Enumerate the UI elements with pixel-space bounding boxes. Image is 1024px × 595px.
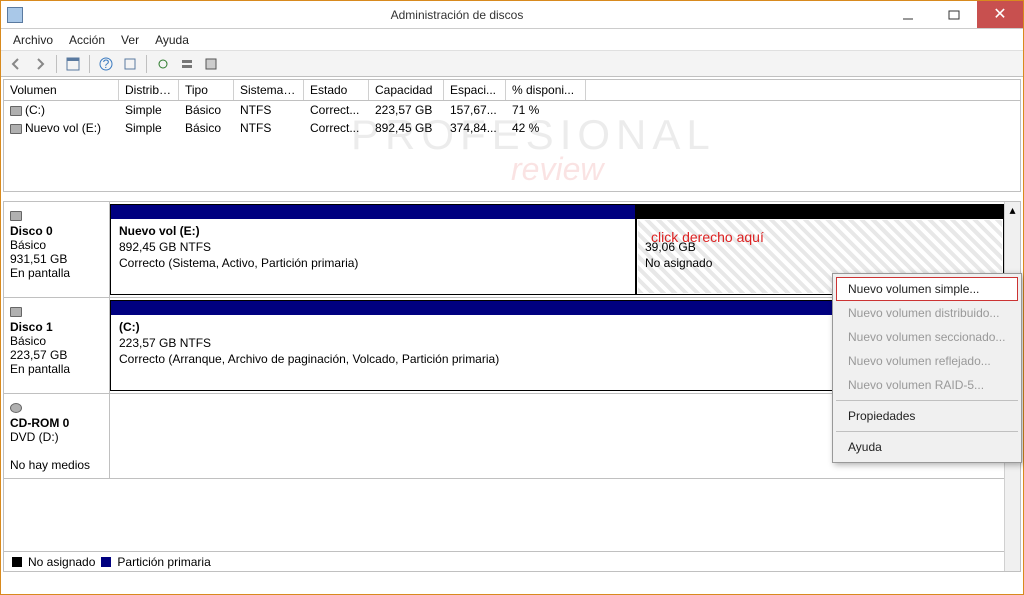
forward-button[interactable] <box>29 53 51 75</box>
menu-new-mirrored-volume: Nuevo volumen reflejado... <box>836 349 1018 373</box>
minimize-button[interactable] <box>885 1 931 28</box>
legend-swatch-primary <box>101 557 111 567</box>
col-distribucion[interactable]: Distribu... <box>119 80 179 100</box>
settings-button[interactable] <box>119 53 141 75</box>
disk-side-info[interactable]: CD-ROM 0 DVD (D:) No hay medios <box>4 394 110 478</box>
disk-icon <box>10 307 22 317</box>
annotation-text: click derecho aquí <box>651 229 764 245</box>
disk-label: Disco 1 <box>10 320 103 334</box>
menu-accion[interactable]: Acción <box>63 31 111 49</box>
table-row[interactable]: (C:) Simple Básico NTFS Correct... 223,5… <box>4 101 1020 119</box>
menu-new-striped-volume: Nuevo volumen seccionado... <box>836 325 1018 349</box>
legend-swatch-unalloc <box>12 557 22 567</box>
disk-label: Disco 0 <box>10 224 103 238</box>
col-volumen[interactable]: Volumen <box>4 80 119 100</box>
col-capacidad[interactable]: Capacidad <box>369 80 444 100</box>
toolbar: ? <box>1 51 1023 77</box>
maximize-button[interactable] <box>931 1 977 28</box>
col-sistema[interactable]: Sistema d... <box>234 80 304 100</box>
disk-icon <box>10 211 22 221</box>
menu-help[interactable]: Ayuda <box>836 435 1018 459</box>
window-title: Administración de discos <box>29 8 885 22</box>
context-menu: Nuevo volumen simple... Nuevo volumen di… <box>832 273 1022 463</box>
col-espacio[interactable]: Espaci... <box>444 80 506 100</box>
menu-new-raid5-volume: Nuevo volumen RAID-5... <box>836 373 1018 397</box>
legend: No asignado Partición primaria <box>4 551 1020 571</box>
menu-new-simple-volume[interactable]: Nuevo volumen simple... <box>836 277 1018 301</box>
menu-properties[interactable]: Propiedades <box>836 404 1018 428</box>
volume-icon <box>10 106 22 116</box>
back-button[interactable] <box>5 53 27 75</box>
menu-bar: Archivo Acción Ver Ayuda <box>1 29 1023 51</box>
menu-ayuda[interactable]: Ayuda <box>149 31 195 49</box>
col-estado[interactable]: Estado <box>304 80 369 100</box>
title-bar: Administración de discos ✕ <box>1 1 1023 29</box>
menu-ver[interactable]: Ver <box>115 31 145 49</box>
disk-list-button[interactable] <box>176 53 198 75</box>
scroll-up-icon[interactable]: ▴ <box>1005 202 1020 218</box>
svg-text:?: ? <box>103 57 110 71</box>
menu-new-spanned-volume: Nuevo volumen distribuido... <box>836 301 1018 325</box>
help-button[interactable]: ? <box>95 53 117 75</box>
cdrom-icon <box>10 403 22 413</box>
col-disponible[interactable]: % disponi... <box>506 80 586 100</box>
disk-side-info[interactable]: Disco 1 Básico 223,57 GB En pantalla <box>4 298 110 393</box>
properties-button[interactable] <box>200 53 222 75</box>
table-row[interactable]: Nuevo vol (E:) Simple Básico NTFS Correc… <box>4 119 1020 137</box>
volume-table: Volumen Distribu... Tipo Sistema d... Es… <box>3 79 1021 192</box>
col-tipo[interactable]: Tipo <box>179 80 234 100</box>
volume-icon <box>10 124 22 134</box>
view-button[interactable] <box>62 53 84 75</box>
refresh-button[interactable] <box>152 53 174 75</box>
close-button[interactable]: ✕ <box>977 1 1023 28</box>
volume-table-header[interactable]: Volumen Distribu... Tipo Sistema d... Es… <box>4 80 1020 101</box>
disk-side-info[interactable]: Disco 0 Básico 931,51 GB En pantalla <box>4 202 110 297</box>
app-icon <box>7 7 23 23</box>
partition-primary[interactable]: Nuevo vol (E:) 892,45 GB NTFS Correcto (… <box>110 204 636 295</box>
menu-archivo[interactable]: Archivo <box>7 31 59 49</box>
disk-label: CD-ROM 0 <box>10 416 103 430</box>
